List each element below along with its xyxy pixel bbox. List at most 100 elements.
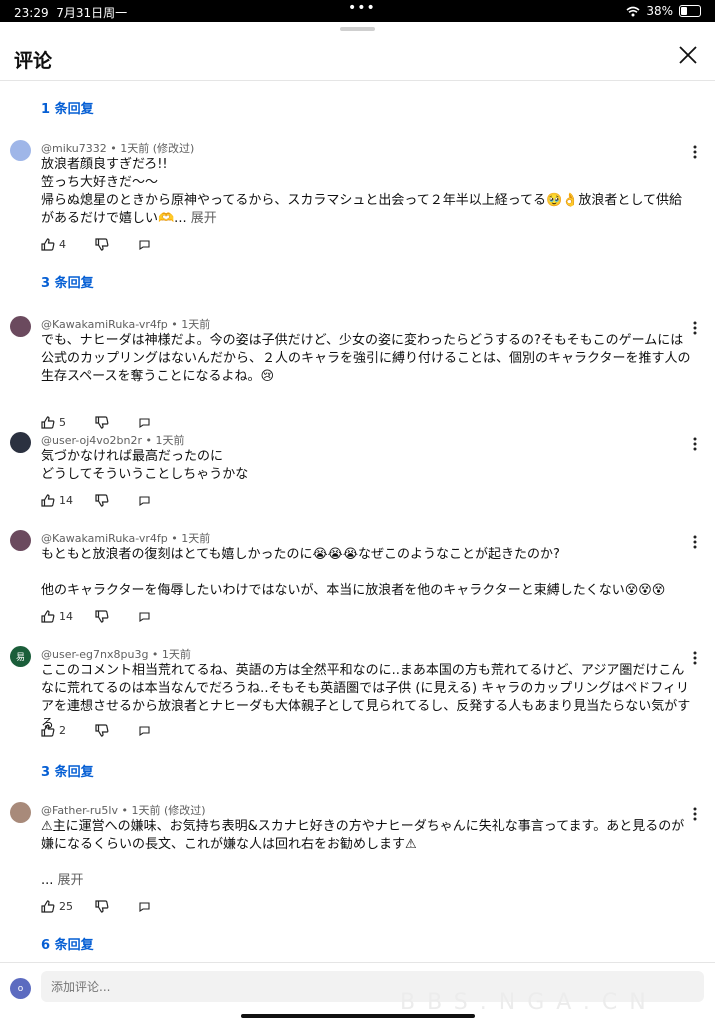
- like-count: 14: [59, 610, 73, 623]
- reply-icon: [139, 239, 150, 250]
- more-vert-icon[interactable]: [691, 650, 699, 666]
- avatar[interactable]: 易: [10, 646, 31, 667]
- dislike-button[interactable]: [95, 900, 139, 913]
- comment-time: 1天前 (修改过): [131, 804, 206, 817]
- expand-link[interactable]: 展开: [191, 211, 217, 226]
- comment-meta: @miku7332 • 1天前 (修改过): [41, 142, 195, 155]
- reply-button[interactable]: [139, 725, 150, 736]
- comments-sheet: 评论 1 条回复 @miku7332 • 1天前 (修改过) 放浪者顔良すぎだろ…: [0, 22, 715, 1024]
- comment-actions: 25: [41, 900, 150, 913]
- avatar[interactable]: o: [10, 978, 31, 999]
- thumbs-up-icon: [41, 416, 55, 429]
- comment-author[interactable]: @miku7332: [41, 142, 107, 155]
- dislike-button[interactable]: [95, 724, 139, 737]
- more-vert-icon[interactable]: [691, 320, 699, 336]
- avatar[interactable]: [10, 432, 31, 453]
- comment-text: もともと放浪者の復刻はとても嬉しかったのに😭😭😭なぜこのようなことが起きたのか?…: [41, 547, 666, 598]
- comment-actions: 14: [41, 610, 150, 623]
- thumbs-down-icon: [95, 900, 109, 913]
- battery-percent: 38%: [646, 4, 673, 18]
- add-comment-input[interactable]: [41, 971, 704, 1002]
- comment-actions: 4: [41, 238, 150, 251]
- thumbs-down-icon: [95, 416, 109, 429]
- thumbs-up-icon: [41, 238, 55, 251]
- sheet-grabber[interactable]: [340, 27, 375, 31]
- expand-link[interactable]: 展开: [58, 873, 84, 888]
- status-time: 23:29 7月31日周一: [14, 6, 128, 20]
- comment-text: 放浪者顔良すぎだろ!! 笠っち大好きだ～～ 帰らぬ熄星のときから原神やってるから…: [41, 157, 683, 226]
- comment-composer: o BBS.NGA.CN: [0, 962, 715, 1023]
- comment-text: 気づかなければ最高だったのに どうしてそういうことしちゃうかな: [41, 449, 249, 482]
- thumbs-up-icon: [41, 900, 55, 913]
- reply-button[interactable]: [139, 417, 150, 428]
- replies-link[interactable]: 3 条回复: [41, 272, 94, 291]
- comment-text: でも、ナヒーダは神様だよ。今の姿は子供だけど、少女の姿に変わったらどうするの?そ…: [41, 333, 691, 384]
- like-button[interactable]: 25: [41, 900, 95, 913]
- thumbs-up-icon: [41, 610, 55, 623]
- multitask-dots-icon[interactable]: •••: [348, 0, 376, 16]
- more-vert-icon[interactable]: [691, 534, 699, 550]
- thumbs-down-icon: [95, 610, 109, 623]
- page-title: 评论: [14, 50, 53, 72]
- reply-button[interactable]: [139, 239, 150, 250]
- dislike-button[interactable]: [95, 610, 139, 623]
- replies-link[interactable]: 1 条回复: [41, 98, 94, 117]
- reply-button[interactable]: [139, 611, 150, 622]
- like-button[interactable]: 4: [41, 238, 95, 251]
- comment-author[interactable]: @Father-ru5lv: [41, 804, 118, 817]
- reply-icon: [139, 901, 150, 912]
- reply-icon: [139, 725, 150, 736]
- dislike-button[interactable]: [95, 494, 139, 507]
- comment-text: ⚠主に運営への嫌味、お気持ち表明&スカナヒ好きの方やナヒーダちゃんに失礼な事言っ…: [41, 819, 685, 888]
- comment-meta: @KawakamiRuka-vr4fp • 1天前: [41, 532, 211, 545]
- avatar[interactable]: [10, 140, 31, 161]
- thumbs-up-icon: [41, 494, 55, 507]
- comment-time: 1天前: [181, 318, 211, 331]
- comment-time: 1天前: [161, 648, 191, 661]
- battery-icon: [679, 5, 701, 17]
- comment-author[interactable]: @user-oj4vo2bn2r: [41, 434, 142, 447]
- comment-text: ここのコメント相当荒れてるね、英語の方は全然平和なのに..まあ本国の方も荒れてる…: [41, 663, 691, 732]
- comment-author[interactable]: @user-eg7nx8pu3g: [41, 648, 148, 661]
- dislike-button[interactable]: [95, 238, 139, 251]
- dislike-button[interactable]: [95, 416, 139, 429]
- comment-body: ⚠主に運営への嫌味、お気持ち表明&スカナヒ好きの方やナヒーダちゃんに失礼な事言っ…: [41, 818, 691, 890]
- like-count: 25: [59, 900, 73, 913]
- comment-author[interactable]: @KawakamiRuka-vr4fp: [41, 532, 168, 545]
- comment-time: 1天前: [155, 434, 185, 447]
- like-count: 5: [59, 416, 66, 429]
- home-indicator[interactable]: [241, 1014, 475, 1018]
- close-icon[interactable]: [675, 42, 701, 68]
- more-vert-icon[interactable]: [691, 436, 699, 452]
- status-right: 38%: [626, 4, 701, 18]
- comment-body: 放浪者顔良すぎだろ!! 笠っち大好きだ～～ 帰らぬ熄星のときから原神やってるから…: [41, 156, 691, 228]
- comment-time: 1天前: [181, 532, 211, 545]
- reply-icon: [139, 417, 150, 428]
- like-count: 4: [59, 238, 66, 251]
- more-vert-icon[interactable]: [691, 144, 699, 160]
- like-button[interactable]: 5: [41, 416, 95, 429]
- comment-actions: 2: [41, 724, 150, 737]
- wifi-icon: [626, 6, 640, 16]
- like-button[interactable]: 2: [41, 724, 95, 737]
- reply-icon: [139, 611, 150, 622]
- comment-time: 1天前 (修改过): [120, 142, 195, 155]
- reply-button[interactable]: [139, 901, 150, 912]
- avatar[interactable]: [10, 530, 31, 551]
- thumbs-down-icon: [95, 494, 109, 507]
- status-bar: 23:29 7月31日周一 ••• 38%: [0, 0, 715, 22]
- comment-body: 気づかなければ最高だったのに どうしてそういうことしちゃうかな: [41, 448, 691, 484]
- reply-button[interactable]: [139, 495, 150, 506]
- more-vert-icon[interactable]: [691, 806, 699, 822]
- like-button[interactable]: 14: [41, 494, 95, 507]
- avatar[interactable]: [10, 316, 31, 337]
- comment-actions: 5: [41, 416, 150, 429]
- like-button[interactable]: 14: [41, 610, 95, 623]
- avatar[interactable]: [10, 802, 31, 823]
- comment-author[interactable]: @KawakamiRuka-vr4fp: [41, 318, 168, 331]
- thumbs-up-icon: [41, 724, 55, 737]
- replies-link[interactable]: 3 条回复: [41, 761, 94, 780]
- comment-meta: @user-eg7nx8pu3g • 1天前: [41, 648, 191, 661]
- comments-header: 评论: [0, 42, 715, 81]
- replies-link[interactable]: 6 条回复: [41, 934, 94, 953]
